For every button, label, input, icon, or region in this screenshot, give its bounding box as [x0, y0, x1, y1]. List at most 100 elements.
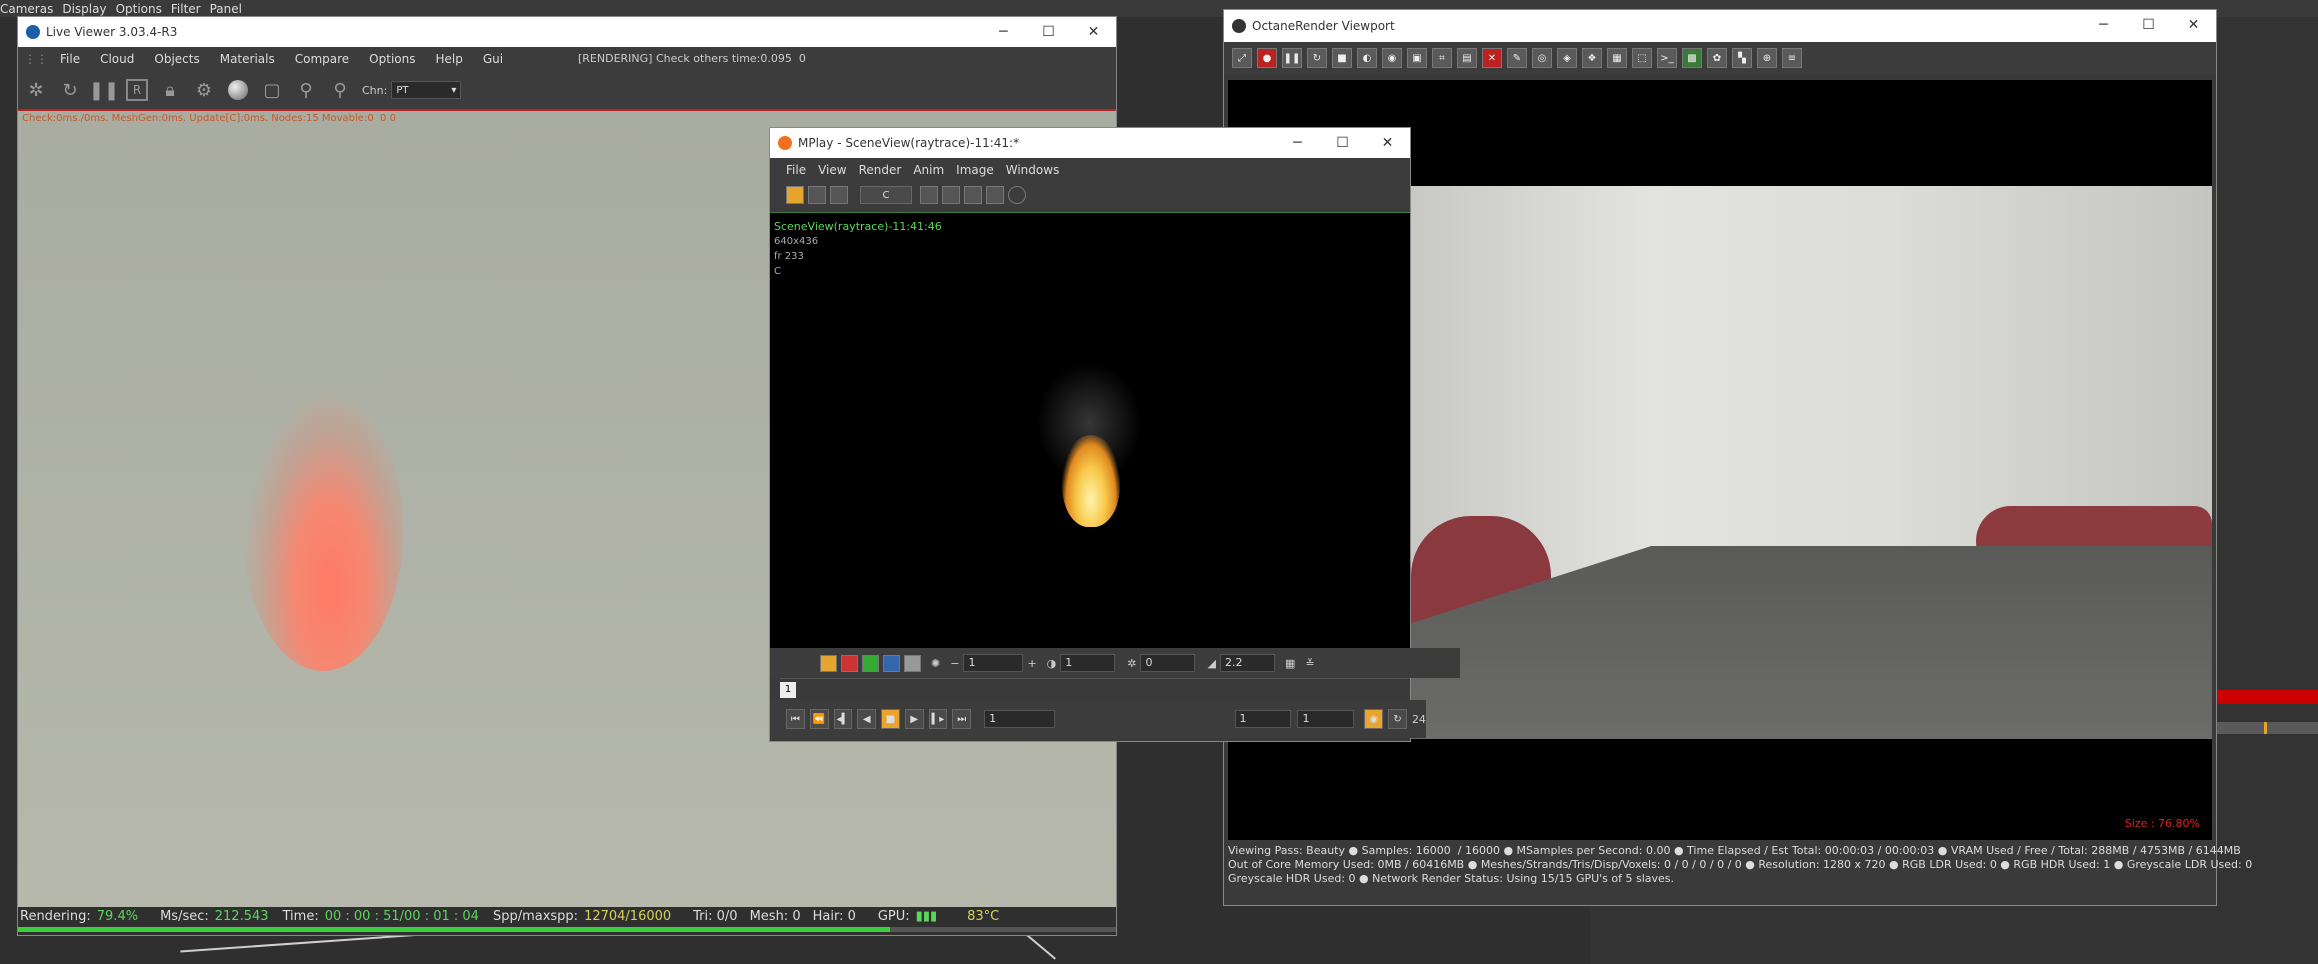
host-menu-panel[interactable]: Panel — [210, 2, 251, 16]
close-icon[interactable]: ✕ — [1365, 128, 1410, 158]
loop-icon[interactable]: ↻ — [1388, 709, 1407, 729]
globe-icon[interactable]: ⊕ — [1757, 48, 1777, 68]
pause-icon[interactable]: ❚❚ — [89, 78, 119, 102]
terminal-icon[interactable]: >_ — [1657, 48, 1677, 68]
mplay-titlebar[interactable]: MPlay - SceneView(raytrace)-11:41:* ─ ☐ … — [770, 128, 1410, 158]
stop-button[interactable]: ■ — [881, 709, 900, 729]
menu-compare[interactable]: Compare — [295, 52, 349, 66]
host-menu-display[interactable]: Display — [62, 2, 115, 16]
clear-icon[interactable]: ✕ — [1482, 48, 1502, 68]
maximize-icon[interactable]: ☐ — [1026, 17, 1071, 47]
layout-icon[interactable] — [808, 186, 826, 204]
play-button[interactable]: ▶ — [904, 709, 924, 729]
last-frame-button[interactable]: ⏭ — [952, 709, 972, 729]
host-menu-cameras[interactable]: Cameras — [0, 2, 62, 16]
slider-marker[interactable] — [2264, 722, 2267, 734]
fit-view-icon[interactable]: ⤢ — [1232, 48, 1252, 68]
minimize-icon[interactable]: ─ — [981, 17, 1026, 47]
cube-icon[interactable]: ⬚ — [1632, 48, 1652, 68]
menu-help[interactable]: Help — [435, 52, 462, 66]
hand-icon[interactable] — [964, 186, 982, 204]
menu-materials[interactable]: Materials — [220, 52, 275, 66]
sphere-icon[interactable] — [226, 78, 250, 102]
color-wheel-icon[interactable]: ◉ — [1382, 48, 1402, 68]
menu-image[interactable]: Image — [956, 163, 994, 177]
menu-file[interactable]: File — [786, 163, 806, 177]
current-frame-field[interactable]: 1 — [984, 710, 1055, 728]
lock-icon[interactable]: 🔒︎ — [158, 78, 182, 102]
restart-icon[interactable]: ↻ — [1307, 48, 1327, 68]
film-region-icon[interactable]: ▤ — [1457, 48, 1477, 68]
image-icon[interactable]: ▩ — [1682, 48, 1702, 68]
fps-value[interactable]: 24 — [1412, 713, 1426, 726]
prev-key-button[interactable]: ⏪ — [809, 709, 829, 729]
minimize-icon[interactable]: ─ — [1275, 128, 1320, 158]
menu-objects[interactable]: Objects — [154, 52, 199, 66]
pause-icon[interactable]: ❚❚ — [1282, 48, 1302, 68]
gamma-adjust-field[interactable]: 1 — [1060, 654, 1116, 672]
refresh-icon[interactable]: ↻ — [58, 78, 82, 102]
menu-file[interactable]: File — [60, 52, 80, 66]
pin-icon[interactable]: ⚲ — [294, 78, 318, 102]
camera-icon[interactable]: ▦ — [1607, 48, 1627, 68]
lock-icon[interactable]: ◐ — [1357, 48, 1377, 68]
region-icon[interactable]: ▣ — [1407, 48, 1427, 68]
picker-icon[interactable]: ✎ — [1507, 48, 1527, 68]
host-timeline-bar[interactable] — [2216, 690, 2318, 704]
blue-channel-toggle[interactable] — [883, 654, 900, 672]
exposure-minus[interactable]: − — [950, 657, 959, 670]
maximize-icon[interactable]: ☐ — [2126, 10, 2171, 40]
start-frame-field[interactable]: 1 — [1234, 710, 1292, 728]
region-render-icon[interactable]: R — [126, 79, 148, 101]
step-forward-button[interactable]: ▍▸ — [928, 709, 948, 729]
focus-icon[interactable]: ◎ — [1532, 48, 1552, 68]
info-icon[interactable] — [1008, 186, 1026, 204]
material-picker-icon[interactable]: ◈ — [1557, 48, 1577, 68]
host-slider[interactable] — [2216, 722, 2318, 734]
lut-icon[interactable]: ▦ — [1285, 657, 1295, 670]
octane-titlebar[interactable]: OctaneRender Viewport ─ ☐ ✕ — [1224, 10, 2216, 42]
end-frame-field[interactable]: 1 — [1297, 710, 1355, 728]
monitor-icon[interactable] — [830, 186, 848, 204]
first-frame-button[interactable]: ⏮ — [786, 709, 805, 729]
histogram-icon[interactable]: ≚ — [1305, 657, 1314, 670]
menu-anim[interactable]: Anim — [913, 163, 944, 177]
box-icon[interactable]: ▢ — [260, 78, 284, 102]
menu-options[interactable]: Options — [369, 52, 415, 66]
crop-icon[interactable]: ⌗ — [1432, 48, 1452, 68]
offset-field[interactable]: 0 — [1140, 654, 1196, 672]
channel-select[interactable]: C — [860, 186, 912, 204]
menu-windows[interactable]: Windows — [1006, 163, 1060, 177]
red-channel-toggle[interactable] — [841, 654, 858, 672]
stop-icon[interactable]: ■ — [1332, 48, 1352, 68]
gear-icon[interactable]: ⚙ — [192, 78, 216, 102]
object-picker-icon[interactable]: ❖ — [1582, 48, 1602, 68]
close-icon[interactable]: ✕ — [2171, 10, 2216, 40]
step-back-button[interactable]: ◂▍ — [833, 709, 853, 729]
chn-select[interactable]: PT ▾ — [391, 81, 462, 99]
host-menu-filter[interactable]: Filter — [171, 2, 210, 16]
settings-cogs-icon[interactable]: ✲ — [24, 78, 48, 102]
exposure-field[interactable]: 1 — [963, 654, 1024, 672]
realtime-toggle[interactable]: ◉ — [1364, 709, 1384, 729]
minimize-icon[interactable]: ─ — [2081, 10, 2126, 40]
target-icon[interactable] — [986, 186, 1004, 204]
checker-icon[interactable]: ▚ — [1732, 48, 1752, 68]
alpha-toggle[interactable] — [904, 654, 921, 672]
mplay-timeline[interactable]: 1 — [780, 678, 1410, 701]
exposure-plus[interactable]: + — [1027, 657, 1036, 670]
live-viewer-titlebar[interactable]: Live Viewer 3.03.4-R3 ─ ☐ ✕ — [18, 17, 1116, 47]
palette-icon[interactable]: ✿ — [1707, 48, 1727, 68]
render-icon[interactable] — [786, 186, 804, 204]
host-menu-options[interactable]: Options — [116, 2, 171, 16]
menu-icon[interactable]: ≡ — [1782, 48, 1802, 68]
maximize-icon[interactable]: ☐ — [1320, 128, 1365, 158]
current-frame-marker[interactable]: 1 — [780, 682, 796, 698]
close-icon[interactable]: ✕ — [1071, 17, 1116, 47]
menu-render[interactable]: Render — [859, 163, 902, 177]
mplay-image-view[interactable]: SceneView(raytrace)-11:41:46 640x436 fr … — [770, 212, 1410, 649]
snapshot-icon[interactable] — [920, 186, 938, 204]
gamma-field[interactable]: 2.2 — [1219, 654, 1275, 672]
play-reverse-button[interactable]: ◀ — [857, 709, 877, 729]
menu-cloud[interactable]: Cloud — [100, 52, 134, 66]
